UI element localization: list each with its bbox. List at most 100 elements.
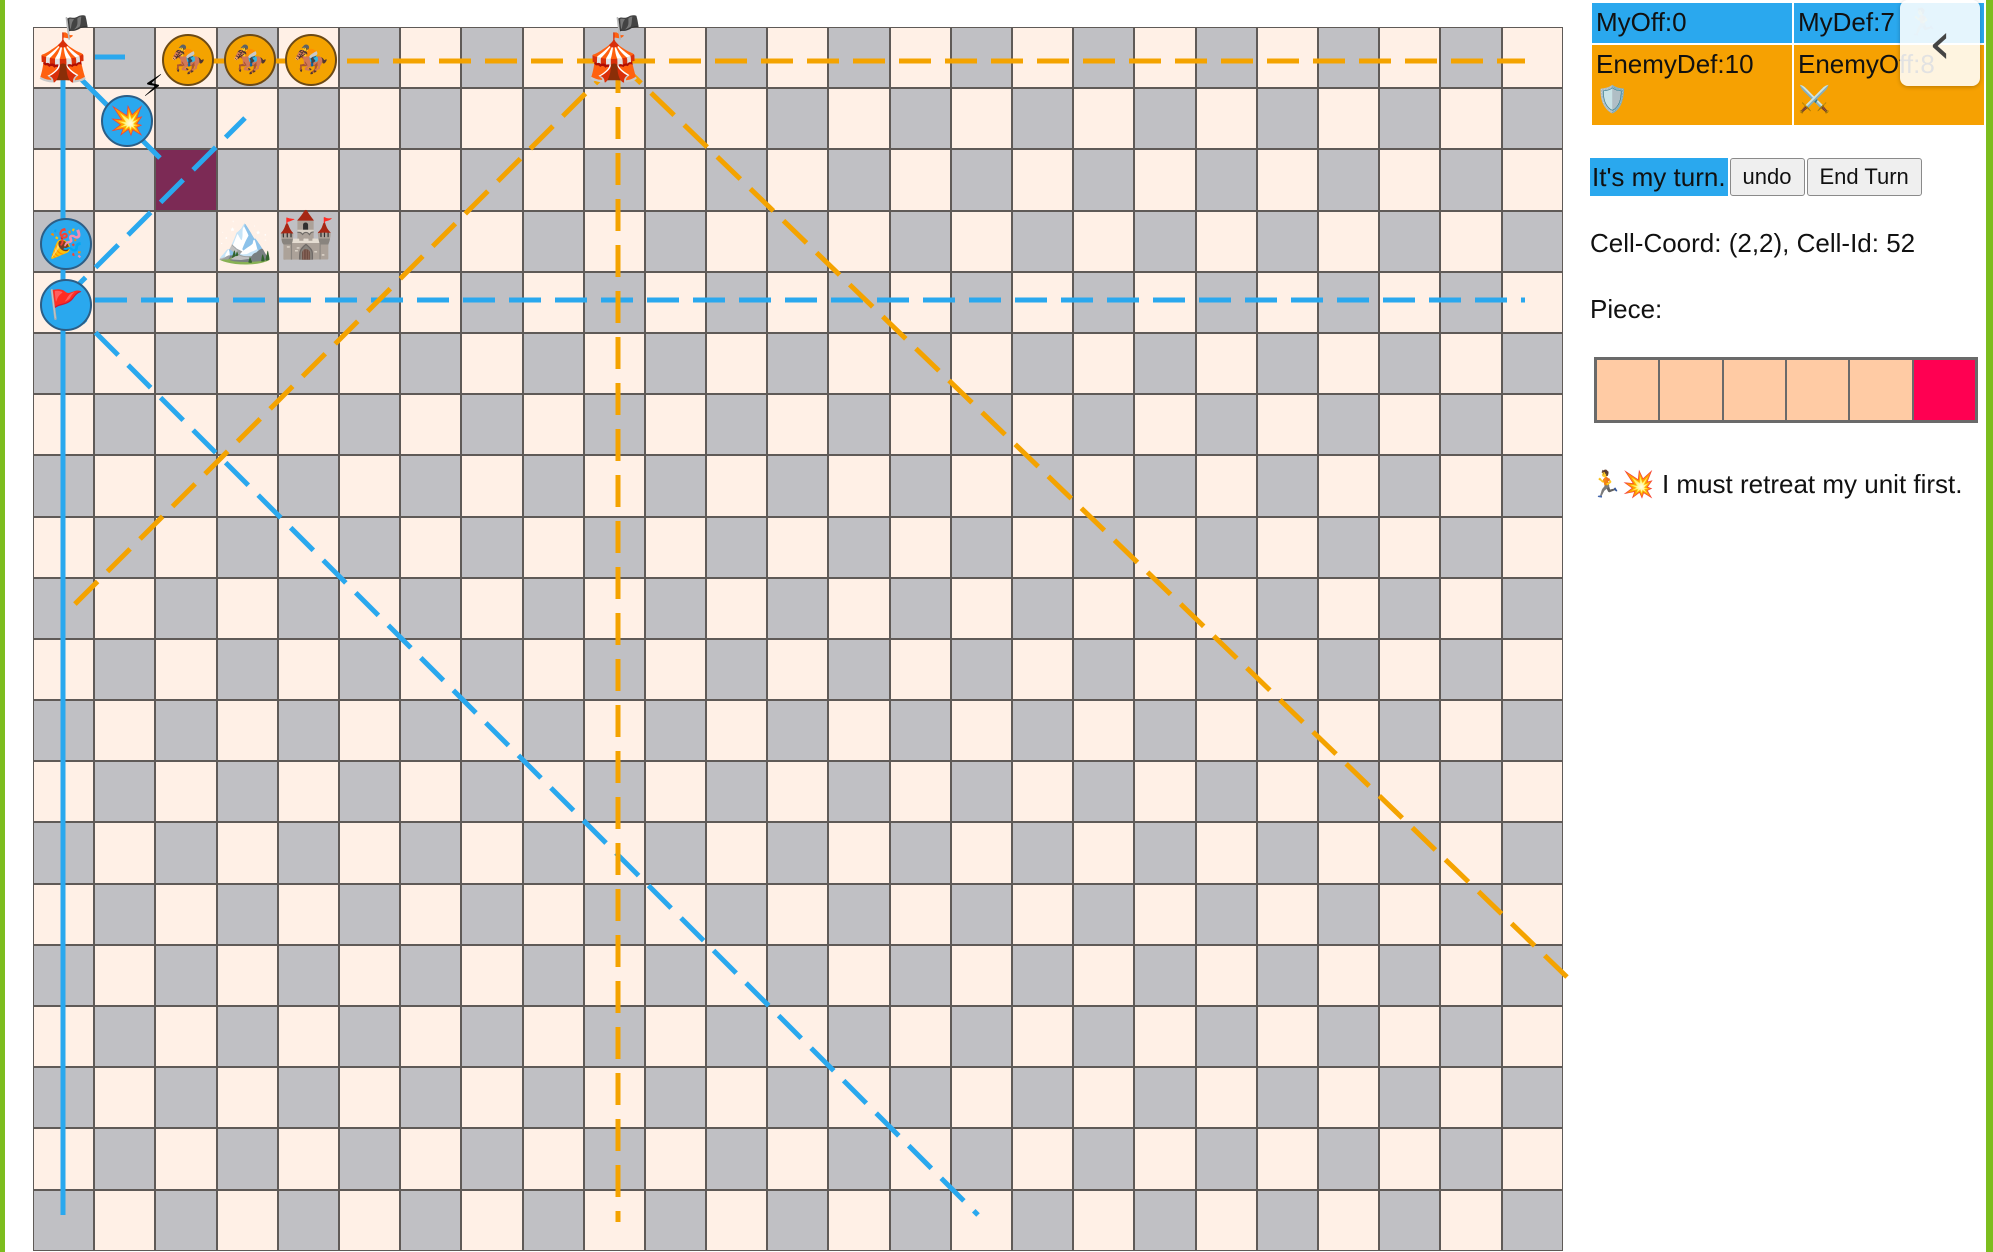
board-cell[interactable] [950, 883, 1012, 945]
board-cell[interactable] [1256, 883, 1318, 945]
board-cell[interactable] [828, 332, 890, 395]
board-cell[interactable] [277, 271, 339, 333]
board-cell[interactable] [706, 394, 768, 456]
board-cell[interactable] [1256, 271, 1318, 333]
board-cell[interactable] [706, 88, 768, 150]
board-cell[interactable] [277, 761, 339, 823]
board-cell[interactable] [706, 761, 768, 823]
board-cell[interactable] [1256, 516, 1318, 578]
board-cell[interactable] [583, 332, 645, 395]
board-cell[interactable] [1134, 455, 1196, 517]
board-cell[interactable] [1073, 394, 1135, 456]
board-cell[interactable] [277, 822, 339, 884]
board-cell[interactable] [277, 700, 339, 762]
board-cell[interactable] [1440, 27, 1502, 89]
board-cell[interactable] [583, 883, 645, 945]
board-cell[interactable] [1440, 1189, 1502, 1251]
board-cell[interactable] [94, 1128, 156, 1190]
board-cell[interactable] [1317, 1067, 1380, 1129]
board-cell[interactable] [1012, 271, 1074, 333]
board-cell[interactable] [706, 210, 768, 272]
board-cell[interactable] [1440, 1128, 1502, 1190]
board-cell[interactable] [1012, 761, 1074, 823]
board-cell[interactable] [706, 1006, 768, 1068]
board-cell[interactable] [338, 149, 401, 211]
board-cell[interactable] [889, 1006, 951, 1068]
board-cell[interactable] [706, 700, 768, 762]
board-cell[interactable] [400, 1067, 462, 1129]
board-cell[interactable] [706, 149, 768, 211]
board-cell[interactable] [155, 394, 217, 456]
board-cell[interactable] [1073, 27, 1135, 89]
board-cell[interactable] [461, 332, 523, 395]
board-cell[interactable] [706, 1189, 768, 1251]
board-cell[interactable] [155, 1067, 217, 1129]
red-flag-unit[interactable]: 🚩 [40, 279, 92, 331]
board-cell[interactable] [155, 332, 217, 395]
board-cell[interactable] [33, 516, 95, 578]
board-cell[interactable] [1073, 577, 1135, 639]
board-cell[interactable] [1195, 822, 1257, 884]
board-cell[interactable] [216, 944, 278, 1006]
rider-unit-3[interactable]: 🏇 [285, 34, 337, 86]
board-cell[interactable] [216, 577, 278, 639]
board-cell[interactable] [706, 1128, 768, 1190]
board-cell[interactable] [1012, 332, 1074, 395]
board-cell[interactable] [400, 455, 462, 517]
board-cell[interactable] [400, 271, 462, 333]
board-cell[interactable] [644, 944, 707, 1006]
board-cell[interactable] [1501, 1067, 1563, 1129]
board-cell[interactable] [216, 394, 278, 456]
board-cell[interactable] [889, 210, 951, 272]
board-cell[interactable] [1134, 1067, 1196, 1129]
board-cell[interactable] [1317, 1006, 1380, 1068]
board-cell[interactable] [1256, 332, 1318, 395]
board-cell[interactable] [1256, 822, 1318, 884]
board-cell[interactable] [33, 332, 95, 395]
board-cell[interactable] [828, 1189, 890, 1251]
board-cell[interactable] [1440, 455, 1502, 517]
board-cell[interactable] [1012, 700, 1074, 762]
board-cell[interactable] [1379, 700, 1441, 762]
board-cell[interactable] [828, 1128, 890, 1190]
board-cell[interactable] [338, 455, 401, 517]
board-cell[interactable] [1501, 822, 1563, 884]
board-cell[interactable] [583, 1067, 645, 1129]
board-cell[interactable] [1195, 516, 1257, 578]
board-cell[interactable] [1073, 149, 1135, 211]
board-cell[interactable] [583, 394, 645, 456]
board-cell[interactable] [889, 1128, 951, 1190]
board-cell[interactable] [828, 88, 890, 150]
board-cell[interactable] [1195, 1128, 1257, 1190]
board-cell[interactable] [583, 516, 645, 578]
board-cell[interactable] [1256, 1006, 1318, 1068]
board-cell[interactable] [1012, 822, 1074, 884]
board-cell[interactable] [522, 88, 584, 150]
board-cell[interactable] [338, 883, 401, 945]
board-cell[interactable] [277, 455, 339, 517]
board-cell[interactable] [400, 210, 462, 272]
board-cell[interactable] [950, 1067, 1012, 1129]
board-cell[interactable] [1134, 822, 1196, 884]
board-cell[interactable] [216, 822, 278, 884]
board-cell[interactable] [950, 149, 1012, 211]
board-cell[interactable] [277, 883, 339, 945]
board-cell[interactable] [828, 149, 890, 211]
board-cell[interactable] [1501, 394, 1563, 456]
board-cell[interactable] [889, 27, 951, 89]
board-cell[interactable] [1256, 394, 1318, 456]
board-cell[interactable] [1073, 638, 1135, 701]
board-cell[interactable] [950, 761, 1012, 823]
board-cell[interactable] [889, 455, 951, 517]
board-cell[interactable] [338, 1189, 401, 1251]
board-cell[interactable] [400, 883, 462, 945]
board-cell[interactable] [155, 210, 217, 272]
board-cell[interactable] [1195, 88, 1257, 150]
board-cell[interactable] [1134, 210, 1196, 272]
board-cell[interactable] [950, 944, 1012, 1006]
board-cell[interactable] [1195, 394, 1257, 456]
board-cell[interactable] [889, 638, 951, 701]
board-cell[interactable] [1134, 149, 1196, 211]
board-cell[interactable] [767, 394, 829, 456]
board-cell[interactable] [1195, 332, 1257, 395]
